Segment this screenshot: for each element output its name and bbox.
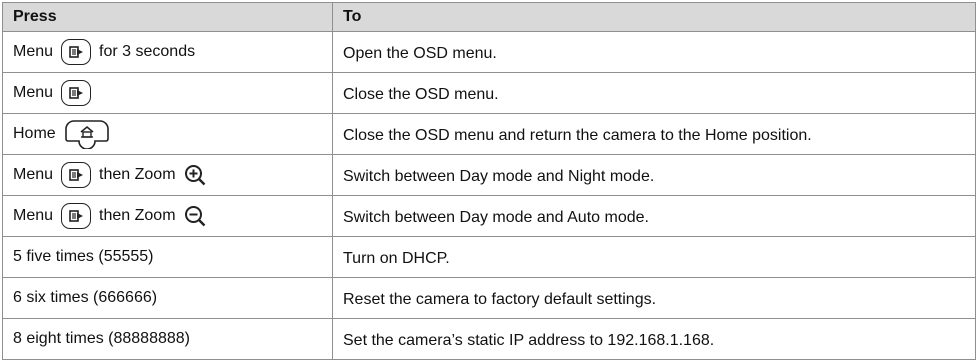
- table-row: 8 eight times (88888888) Set the camera’…: [2, 318, 976, 360]
- menu-key-icon: [61, 39, 92, 65]
- home-key-icon: [64, 119, 110, 149]
- to-cell: Switch between Day mode and Night mode.: [332, 154, 976, 196]
- press-cell: 6 six times (666666): [2, 277, 333, 319]
- table-row: Menu Close the OSD menu.: [2, 72, 976, 114]
- press-cell: 5 five times (55555): [2, 236, 333, 278]
- menu-key-icon: [61, 203, 92, 229]
- table-row: Menu then Zoom Switch between Day mode a…: [2, 154, 976, 196]
- table-header-row: Press To: [2, 2, 976, 32]
- press-cell: Home: [2, 113, 333, 155]
- press-suffix: for 3 seconds: [99, 43, 196, 60]
- table-row: Home Close the OSD menu and return the c…: [2, 113, 976, 155]
- zoom-out-icon: [184, 205, 206, 227]
- remote-shortcuts-table: Press To Menu for 3 seconds Open the OSD…: [2, 2, 976, 360]
- menu-key-icon: [61, 80, 92, 106]
- press-key-label: Menu: [13, 207, 54, 224]
- table-row: 6 six times (666666) Reset the camera to…: [2, 277, 976, 319]
- press-cell: Menu then Zoom: [2, 195, 333, 237]
- zoom-in-icon: [184, 164, 206, 186]
- to-cell: Close the OSD menu and return the camera…: [332, 113, 976, 155]
- table-row: Menu then Zoom Switch between Day mode a…: [2, 195, 976, 237]
- press-cell: Menu then Zoom: [2, 154, 333, 196]
- to-cell: Close the OSD menu.: [332, 72, 976, 114]
- press-cell: Menu: [2, 72, 333, 114]
- to-cell: Set the camera’s static IP address to 19…: [332, 318, 976, 360]
- press-key-label: Menu: [13, 84, 54, 101]
- press-key-label: Home: [13, 125, 56, 142]
- to-cell: Reset the camera to factory default sett…: [332, 277, 976, 319]
- to-cell: Switch between Day mode and Auto mode.: [332, 195, 976, 237]
- press-key-label: Menu: [13, 166, 54, 183]
- to-cell: Turn on DHCP.: [332, 236, 976, 278]
- table-row: Menu for 3 seconds Open the OSD menu.: [2, 31, 976, 73]
- header-press: Press: [2, 2, 333, 32]
- press-cell: Menu for 3 seconds: [2, 31, 333, 73]
- table-row: 5 five times (55555) Turn on DHCP.: [2, 236, 976, 278]
- press-middle: then Zoom: [99, 166, 176, 183]
- header-to: To: [332, 2, 976, 32]
- press-key-label: Menu: [13, 43, 54, 60]
- press-middle: then Zoom: [99, 207, 176, 224]
- press-cell: 8 eight times (88888888): [2, 318, 333, 360]
- menu-key-icon: [61, 162, 92, 188]
- to-cell: Open the OSD menu.: [332, 31, 976, 73]
